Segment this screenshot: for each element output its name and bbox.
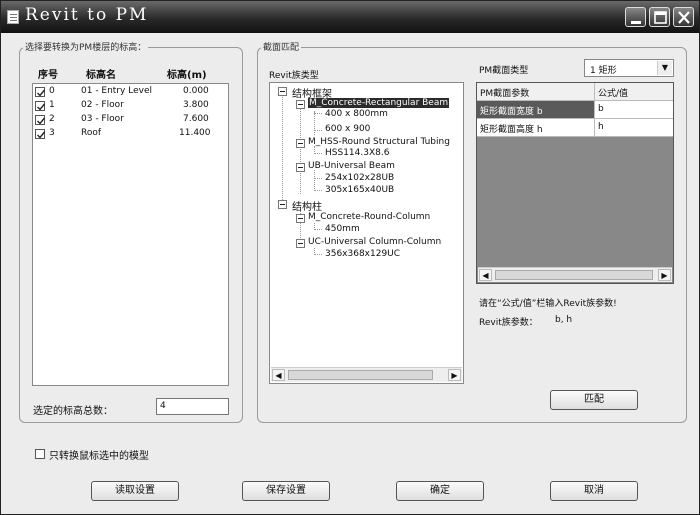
tree-family-concrete-rect-beam[interactable]: M_Concrete-Rectangular Beam [308, 98, 450, 108]
level-elevation: 0.000 [183, 86, 209, 96]
revit-family-type-label: Revit族类型 [269, 71, 319, 81]
tree-family-universal-column[interactable]: UC-Universal Column-Column [308, 237, 441, 247]
tree-type[interactable]: 400 x 800mm [325, 109, 388, 119]
hint-text: 请在“公式/值”栏输入Revit族参数! [479, 299, 617, 309]
level-elevation: 11.400 [179, 128, 211, 138]
close-icon [678, 11, 690, 24]
scroll-right-icon[interactable]: ▶ [658, 269, 671, 281]
minimize-icon [631, 21, 641, 24]
grid-param-cell[interactable]: 矩形截面高度 h [477, 119, 595, 137]
maximize-button[interactable] [649, 7, 670, 27]
only-selected-label: 只转换鼠标选中的模型 [49, 451, 149, 462]
level-row[interactable]: 1 02 - Floor 3.800 [33, 99, 228, 113]
check-icon [37, 117, 46, 125]
level-count-field[interactable]: 4 [156, 398, 229, 415]
collapse-toggle[interactable] [296, 100, 305, 109]
scroll-right-icon[interactable]: ▶ [448, 369, 461, 381]
check-icon [37, 89, 46, 97]
pm-section-type-label: PM截面类型 [479, 66, 529, 76]
check-icon [37, 131, 46, 139]
levels-group-title: 选择要转换为PM楼层的标高： [23, 40, 149, 53]
tree-type[interactable]: 305x165x40UB [325, 185, 394, 195]
level-count-label: 选定的标高总数： [33, 406, 113, 417]
level-checkbox[interactable] [35, 115, 46, 125]
scroll-thumb[interactable] [288, 370, 433, 380]
pm-section-type-select[interactable]: 1 矩形 ▼ [584, 59, 674, 77]
collapse-toggle[interactable] [296, 239, 305, 248]
check-icon [37, 103, 46, 111]
tree-category-columns[interactable]: 结构柱 [292, 198, 322, 213]
scroll-left-icon[interactable]: ◀ [272, 369, 285, 381]
read-settings-button[interactable]: 读取设置 [91, 481, 179, 501]
tree-type[interactable]: 356x368x129UC [325, 249, 400, 259]
title-bar[interactable]: Revit to PM [1, 1, 699, 33]
level-index: 3 [49, 128, 55, 138]
grid-value-cell[interactable]: h [595, 119, 673, 137]
collapse-toggle[interactable] [296, 163, 305, 172]
tree-type[interactable]: 450mm [325, 224, 360, 234]
revit-to-pm-dialog: Revit to PM 选择要转换为PM楼层的标高： 序号 标高名 标高(m) … [0, 0, 700, 515]
ok-button[interactable]: 确定 [396, 481, 484, 501]
level-index: 2 [49, 114, 55, 124]
level-row[interactable]: 2 03 - Floor 7.600 [33, 113, 228, 127]
level-name: 02 - Floor [81, 100, 124, 110]
scroll-left-icon[interactable]: ◀ [479, 269, 492, 281]
maximize-icon [654, 11, 667, 24]
collapse-toggle[interactable] [296, 139, 305, 148]
level-row[interactable]: 3 Roof 11.400 [33, 127, 228, 141]
level-name: Roof [81, 128, 102, 138]
revit-params-value: b, h [555, 315, 573, 325]
tree-family-hss-round[interactable]: M_HSS-Round Structural Tubing [308, 137, 450, 147]
scroll-thumb[interactable] [495, 270, 653, 280]
level-checkbox[interactable] [35, 129, 46, 139]
window-title: Revit to PM [25, 5, 149, 25]
close-button[interactable] [673, 7, 694, 27]
collapse-toggle[interactable] [278, 200, 287, 209]
level-row[interactable]: 0 01 - Entry Level 0.000 [33, 85, 228, 99]
chevron-down-icon[interactable]: ▼ [657, 61, 672, 75]
minimize-button[interactable] [625, 7, 646, 27]
grid-header-value: 公式/值 [595, 83, 673, 101]
section-match-title: 截面匹配 [261, 40, 302, 53]
app-icon [7, 10, 19, 24]
levels-list[interactable]: 0 01 - Entry Level 0.000 1 02 - Floor 3.… [32, 83, 229, 386]
level-elevation: 7.600 [183, 114, 209, 124]
grid-param-cell[interactable]: 矩形截面宽度 b [477, 101, 595, 119]
collapse-toggle[interactable] [296, 214, 305, 223]
tree-family-universal-beam[interactable]: UB-Universal Beam [308, 161, 395, 171]
level-checkbox[interactable] [35, 101, 46, 111]
header-level-name: 标高名 [86, 70, 116, 81]
pm-section-type-value: 1 矩形 [590, 66, 617, 76]
level-elevation: 3.800 [183, 100, 209, 110]
pm-param-grid[interactable]: PM截面参数 公式/值 矩形截面宽度 b b 矩形截面高度 h h ◀ ▶ [476, 82, 674, 284]
level-name: 01 - Entry Level [81, 86, 152, 96]
level-index: 0 [49, 86, 55, 96]
grid-horizontal-scrollbar[interactable]: ◀ ▶ [478, 267, 672, 282]
header-index: 序号 [38, 70, 58, 81]
save-settings-button[interactable]: 保存设置 [242, 481, 330, 501]
grid-header-param: PM截面参数 [477, 83, 595, 101]
tree-family-concrete-round-column[interactable]: M_Concrete-Round-Column [308, 212, 430, 222]
cancel-button[interactable]: 取消 [550, 481, 638, 501]
tree-horizontal-scrollbar[interactable]: ◀ ▶ [271, 367, 462, 382]
collapse-toggle[interactable] [278, 87, 287, 96]
header-elevation: 标高(m) [167, 70, 207, 81]
level-checkbox[interactable] [35, 87, 46, 97]
grid-value-cell[interactable]: b [595, 101, 673, 119]
level-name: 03 - Floor [81, 114, 124, 124]
revit-params-label: Revit族参数： [479, 318, 538, 328]
match-button[interactable]: 匹配 [550, 390, 638, 410]
only-selected-checkbox[interactable] [35, 449, 45, 459]
tree-type[interactable]: HSS114.3X8.6 [325, 148, 389, 158]
level-index: 1 [49, 100, 55, 110]
revit-family-tree[interactable]: 结构框架 M_Concrete-Rectangular Beam 400 x 8… [269, 82, 464, 384]
tree-type[interactable]: 254x102x28UB [325, 173, 394, 183]
tree-type[interactable]: 600 x 900 [325, 124, 370, 134]
